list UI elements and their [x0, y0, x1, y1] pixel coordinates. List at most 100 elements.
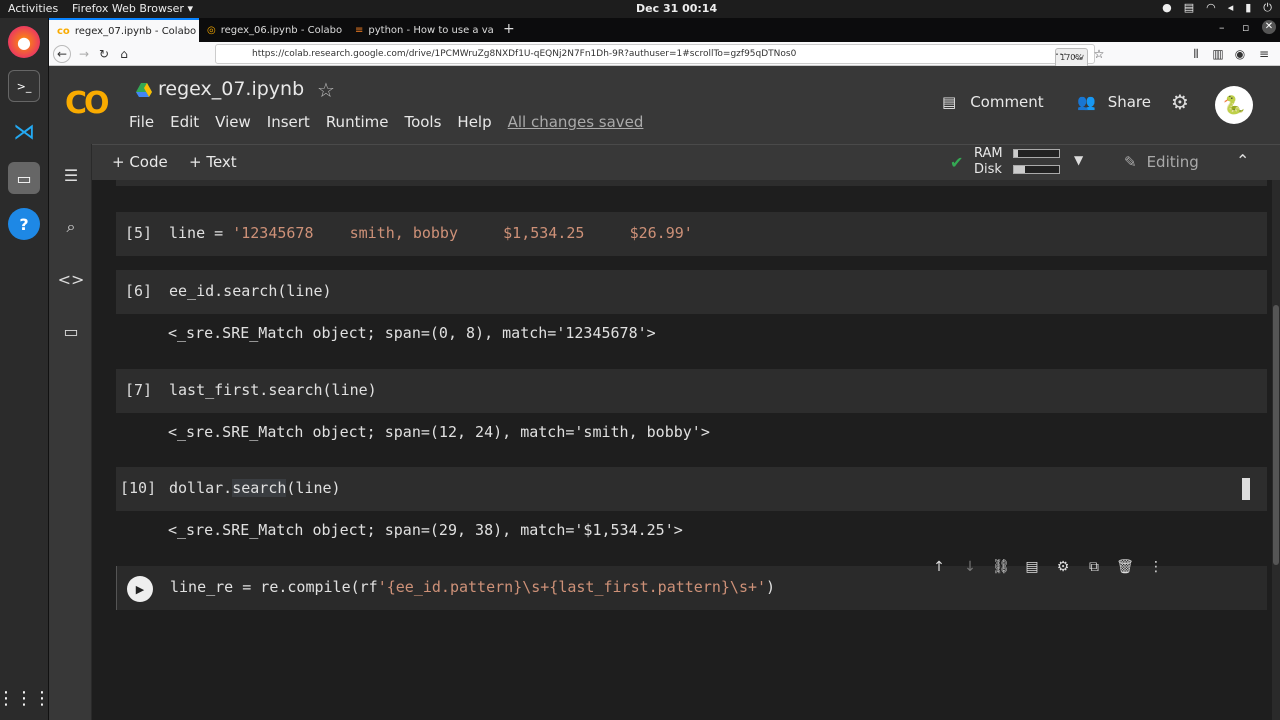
tab-regex-06[interactable]: ◎ regex_06.ipynb - Colabo ✕: [199, 18, 347, 42]
url-text: https://colab.research.google.com/drive/…: [252, 49, 797, 59]
page-actions-icon[interactable]: ⋯: [1052, 45, 1070, 63]
menu-file[interactable]: File: [129, 113, 154, 131]
add-text-button[interactable]: + Text: [189, 153, 237, 171]
editing-mode-button[interactable]: ✎ Editing: [1124, 153, 1199, 171]
scrollbar-thumb[interactable]: [1273, 305, 1279, 565]
delete-icon[interactable]: 🗑: [1116, 558, 1134, 576]
menu-edit[interactable]: Edit: [170, 113, 199, 131]
menu-view[interactable]: View: [215, 113, 251, 131]
cell-code[interactable]: line_re = re.compile(rf'{ee_id.pattern}\…: [170, 578, 775, 596]
pocket-icon[interactable]: ◡: [1070, 45, 1088, 63]
tab-python-question[interactable]: ≡ python - How to use a va ✕: [347, 18, 497, 42]
execution-count: [5]: [125, 224, 153, 242]
window-close-button[interactable]: ✕: [1262, 20, 1276, 34]
comment-icon: ▤: [942, 93, 957, 111]
search-icon[interactable]: ⌕: [60, 216, 82, 238]
disk-label: Disk: [974, 162, 1002, 177]
execution-count: [6]: [125, 282, 153, 300]
bookmark-star-icon[interactable]: ☆: [1090, 45, 1108, 63]
chevron-up-icon[interactable]: ⌃: [1236, 151, 1249, 170]
code-string: '{ee_id.pattern}\s+{last_first.pattern}\…: [377, 578, 767, 596]
save-status[interactable]: All changes saved: [508, 113, 644, 131]
code-snippets-icon[interactable]: <>: [58, 268, 85, 290]
new-tab-button[interactable]: +: [503, 21, 515, 37]
power-icon: ⏻: [1263, 1, 1272, 14]
avatar[interactable]: 🐍: [1215, 86, 1253, 124]
cell-code[interactable]: last_first.search(line): [169, 381, 377, 399]
cell-code[interactable]: line = '12345678 smith, bobby $1,534.25 …: [169, 224, 693, 242]
code-text: ): [766, 578, 776, 596]
activities-button[interactable]: Activities: [8, 2, 58, 15]
cell-code[interactable]: dollar.search(line): [169, 479, 341, 497]
code-text: line =: [169, 224, 233, 242]
minimize-button[interactable]: –: [1219, 21, 1225, 34]
reload-button[interactable]: ↻: [95, 45, 113, 63]
code-cell[interactable]: [6] ee_id.search(line) <_sre.SRE_Match o…: [116, 270, 1267, 342]
cell-scroll-indicator[interactable]: [1242, 478, 1250, 500]
cell-output: <_sre.SRE_Match object; span=(12, 24), m…: [168, 423, 710, 441]
dock: ● >_ ⋊ ▭ ? ⋮⋮⋮: [0, 18, 51, 720]
move-down-icon[interactable]: ↓: [961, 558, 979, 576]
cell-settings-icon[interactable]: ⚙: [1054, 558, 1072, 576]
gear-icon[interactable]: ⚙: [1171, 90, 1189, 114]
show-apps-icon[interactable]: ⋮⋮⋮: [0, 682, 51, 714]
app-menu[interactable]: Firefox Web Browser ▾: [72, 2, 193, 15]
back-button[interactable]: ←: [53, 45, 71, 63]
star-icon[interactable]: ☆: [317, 78, 335, 102]
tab-label: python - How to use a va: [368, 24, 494, 36]
menu-tools[interactable]: Tools: [404, 113, 441, 131]
help-icon[interactable]: ?: [8, 208, 40, 240]
files-icon[interactable]: ▭: [8, 162, 40, 194]
menu-icon[interactable]: ≡: [1255, 45, 1273, 63]
code-cell[interactable]: [5] line = '12345678 smith, bobby $1,534…: [116, 212, 1267, 256]
clock[interactable]: Dec 31 00:14: [636, 2, 717, 15]
terminal-icon[interactable]: >_: [8, 70, 40, 102]
cell-code[interactable]: ee_id.search(line): [169, 282, 332, 300]
mirror-cell-icon[interactable]: ⧉: [1085, 558, 1103, 576]
resource-monitor[interactable]: RAM Disk: [974, 146, 1003, 178]
run-cell-button[interactable]: ▶: [127, 576, 153, 602]
move-up-icon[interactable]: ↑: [930, 558, 948, 576]
add-code-button[interactable]: + Code: [112, 153, 168, 171]
vscode-icon[interactable]: ⋊: [8, 116, 40, 148]
notebook-title[interactable]: regex_07.ipynb: [158, 78, 304, 100]
side-panel: ☰ ⌕ <> ▭: [49, 144, 92, 720]
menu-help[interactable]: Help: [457, 113, 491, 131]
code-text: (line): [286, 479, 341, 497]
tab-regex-07[interactable]: co regex_07.ipynb - Colabo ✕: [49, 18, 199, 42]
forward-button[interactable]: →: [75, 45, 93, 63]
people-icon: 👥: [1077, 93, 1096, 111]
colab-header: CO regex_07.ipynb ☆ File Edit View Inser…: [49, 66, 1280, 144]
extension-icon[interactable]: ◉: [1231, 45, 1249, 63]
library-icon[interactable]: ⫴: [1187, 45, 1205, 63]
sidebar-icon[interactable]: ▥: [1209, 45, 1227, 63]
cell-toolbar: ↑ ↓ ⛓ ▤ ⚙ ⧉ 🗑 ⋮: [930, 558, 1165, 576]
notebook-toolbar: + Code + Text ✔ RAM Disk ▼ ✎ Editing ⌃: [92, 144, 1280, 180]
menu-insert[interactable]: Insert: [267, 113, 310, 131]
browser-navbar: ← → ↻ ⌂ https://colab.research.google.co…: [49, 42, 1280, 68]
chevron-down-icon[interactable]: ▼: [1074, 153, 1083, 167]
code-string: '12345678 smith, bobby $1,534.25 $26.99': [232, 224, 693, 242]
code-cell-partial[interactable]: [116, 180, 1267, 186]
menu-runtime[interactable]: Runtime: [326, 113, 389, 131]
files-panel-icon[interactable]: ▭: [60, 320, 82, 342]
home-button[interactable]: ⌂: [115, 45, 133, 63]
link-icon[interactable]: ⛓: [992, 558, 1010, 576]
maximize-button[interactable]: ▫: [1242, 21, 1249, 34]
code-cell[interactable]: [7] last_first.search(line) <_sre.SRE_Ma…: [116, 369, 1267, 441]
execution-count: [7]: [125, 381, 153, 399]
table-of-contents-icon[interactable]: ☰: [60, 164, 82, 186]
comment-cell-icon[interactable]: ▤: [1023, 558, 1041, 576]
clipboard-icon: ▤: [1183, 1, 1195, 14]
system-tray[interactable]: ● ▤ ◠ ◂ ▮ ⏻: [1162, 1, 1272, 15]
firefox-icon[interactable]: ●: [8, 26, 40, 58]
stackoverflow-favicon-icon: ≡: [355, 24, 364, 36]
share-button[interactable]: 👥 Share: [1077, 93, 1151, 111]
more-options-icon[interactable]: ⋮: [1147, 558, 1165, 576]
comment-button[interactable]: ▤ Comment: [942, 93, 1044, 111]
battery-icon: ▮: [1245, 1, 1252, 14]
url-bar[interactable]: https://colab.research.google.com/drive/…: [215, 44, 1095, 68]
colab-logo[interactable]: CO: [65, 86, 109, 121]
notebook-scrollbar[interactable]: [1272, 180, 1280, 720]
code-cell[interactable]: [10] dollar.search(line) <_sre.SRE_Match…: [116, 467, 1267, 539]
